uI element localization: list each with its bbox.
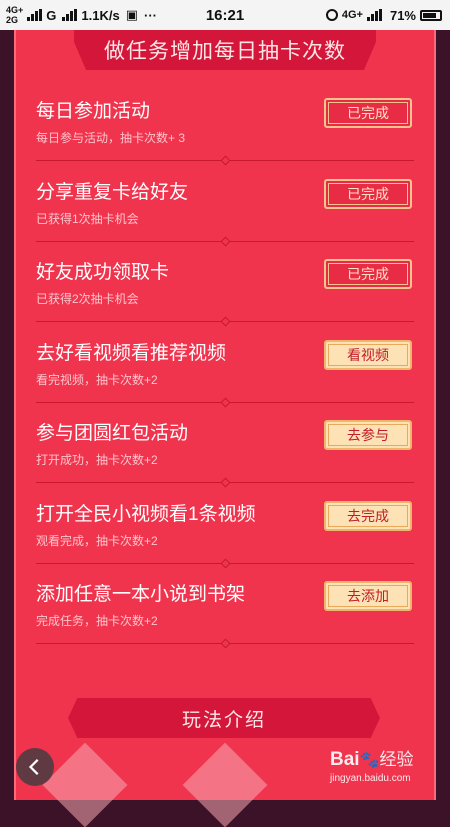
task-row: 去好看视频看推荐视频看完视频，抽卡次数+2 看视频 (30, 324, 420, 407)
row-divider (36, 638, 414, 649)
task-title: 打开全民小视频看1条视频 (36, 503, 256, 525)
network-type-right: 4G+ (341, 9, 363, 21)
task-row: 添加任意一本小说到书架完成任务，抽卡次数+2 去添加 (30, 565, 420, 649)
task-subtitle: 完成任务，抽卡次数+2 (36, 614, 158, 628)
task-title: 去好看视频看推荐视频 (36, 342, 227, 364)
signal-icon (27, 9, 43, 21)
task-action-button[interactable]: 去完成 (324, 500, 412, 531)
watermark-url: jingyan.baidu.com (330, 773, 411, 784)
task-row: 打开全民小视频看1条视频观看完成，抽卡次数+2 去完成 (30, 485, 420, 568)
more-icon: ··· (144, 7, 157, 23)
task-action-button[interactable]: 去添加 (324, 581, 412, 611)
battery-percent: 71% (389, 7, 416, 23)
back-button[interactable] (16, 748, 54, 786)
network-speed: 1.1K/s (81, 7, 120, 23)
task-title: 好友成功领取卡 (36, 262, 170, 283)
row-divider (36, 236, 414, 246)
alarm-icon (325, 9, 338, 21)
task-completed-button[interactable]: 已完成 (324, 98, 412, 128)
battery-icon (420, 9, 442, 21)
page-title: 做任务增加每日抽卡次数 (74, 30, 376, 70)
task-subtitle: 每日参与活动，抽卡次数+ 3 (36, 131, 186, 145)
task-row: 好友成功领取卡已获得2次抽卡机会 已完成 (30, 243, 420, 327)
task-action-button[interactable]: 去参与 (324, 420, 412, 450)
app-notification-icon: ▣ (125, 7, 138, 22)
task-subtitle: 已获得1次抽卡机会 (36, 211, 139, 226)
carrier-label: G (46, 7, 57, 23)
task-subtitle: 看完视频，抽卡次数+2 (36, 372, 158, 387)
watermark-brand: Bai (330, 749, 360, 770)
task-row: 分享重复卡给好友已获得1次抽卡机会 已完成 (30, 163, 420, 246)
task-subtitle: 打开成功，抽卡次数+2 (36, 453, 158, 467)
row-divider (36, 558, 414, 568)
network-type: 4G+ 2G (6, 5, 24, 25)
task-row: 每日参加活动每日参与活动，抽卡次数+ 3 已完成 (30, 82, 420, 166)
task-completed-button[interactable]: 已完成 (324, 259, 412, 289)
task-title: 分享重复卡给好友 (36, 181, 189, 203)
baidu-jingyan-watermark: Bai🐾经验 jingyan.baidu.com (330, 745, 414, 784)
row-divider (36, 155, 414, 166)
task-action-button[interactable]: 看视频 (324, 339, 412, 370)
status-bar: 4G+ 2G G 1.1K/s ▣ ··· 16:21 4G+ 71% (0, 0, 450, 30)
task-subtitle: 观看完成，抽卡次数+2 (36, 533, 158, 548)
rules-title[interactable]: 玩法介绍 (68, 698, 380, 738)
row-divider (36, 316, 414, 327)
clock: 16:21 (205, 6, 245, 24)
paw-icon: 🐾 (359, 752, 380, 769)
task-title: 每日参加活动 (36, 101, 151, 122)
task-subtitle: 已获得2次抽卡机会 (36, 292, 139, 306)
task-row: 参与团圆红包活动打开成功，抽卡次数+2 去参与 (30, 404, 420, 488)
chevron-left-icon (28, 759, 39, 775)
task-title: 参与团圆红包活动 (36, 423, 189, 444)
row-divider (36, 477, 414, 488)
signal-icon-3 (366, 9, 382, 21)
watermark-brand-cn: 经验 (379, 750, 414, 769)
task-title: 添加任意一本小说到书架 (36, 584, 246, 605)
row-divider (36, 397, 414, 407)
signal-icon-2 (62, 9, 78, 21)
task-completed-button[interactable]: 已完成 (324, 178, 412, 209)
